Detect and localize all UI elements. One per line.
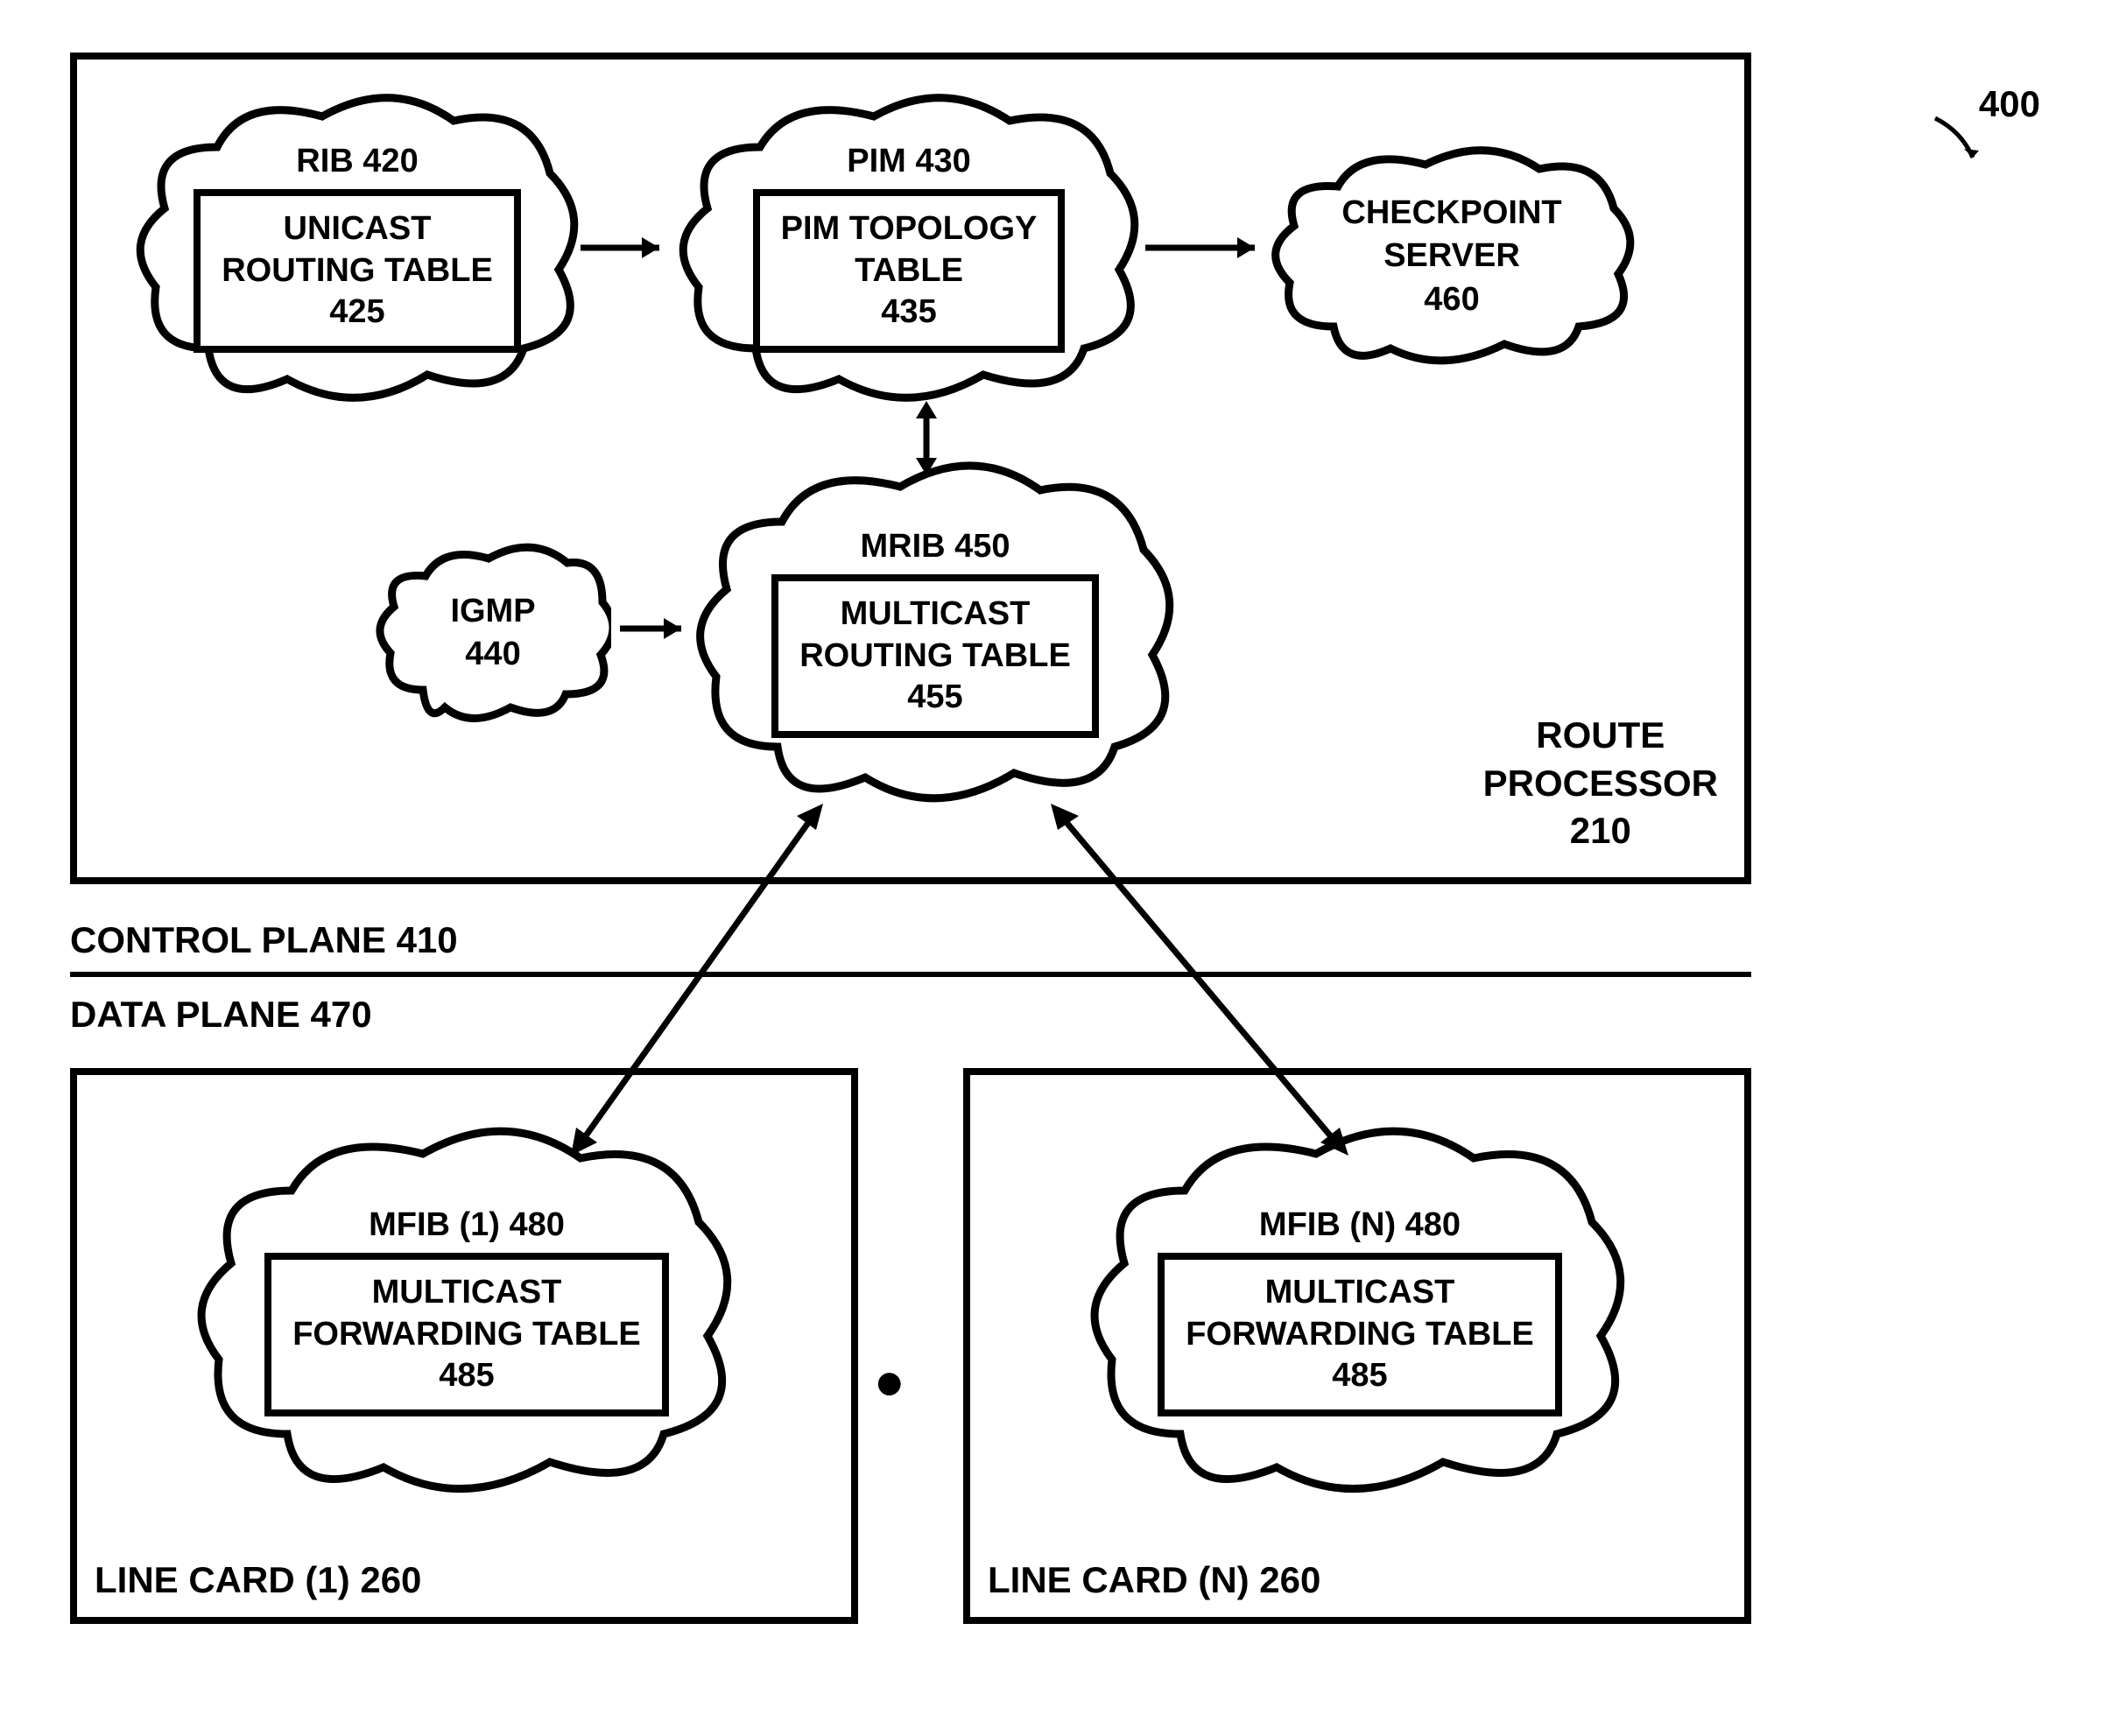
unicast-routing-table: UNICAST ROUTING TABLE 425	[194, 189, 521, 353]
route-processor-box: ROUTE PROCESSOR 210 RIB 420 UNICAST ROUT…	[70, 53, 1751, 884]
arrow-rib-to-pim	[576, 226, 681, 270]
arrow-pim-to-checkpoint	[1141, 226, 1277, 270]
mfib-n-title: MFIB (N) 480	[1259, 1206, 1461, 1244]
multicast-forwarding-table-1: MULTICAST FORWARDING TABLE 485	[264, 1253, 669, 1416]
line-card-1-label: LINE CARD (1) 260	[95, 1559, 421, 1601]
arrow-igmp-to-mrib	[616, 602, 703, 655]
igmp-cloud: IGMP 440	[375, 541, 611, 725]
data-plane-label: DATA PLANE 470	[70, 994, 372, 1036]
reference-arc-icon	[1931, 114, 1983, 162]
rib-title: RIB 420	[296, 143, 418, 180]
reference-number-400: 400	[1979, 83, 2040, 125]
mrib-title: MRIB 450	[860, 528, 1010, 566]
pim-cloud: PIM 430 PIM TOPOLOGY TABLE 435	[672, 86, 1145, 410]
plane-divider	[70, 972, 1751, 977]
route-processor-label: ROUTE PROCESSOR 210	[1483, 712, 1718, 855]
mfib-n-cloud: MFIB (N) 480 MULTICAST FORWARDING TABLE …	[1084, 1119, 1636, 1504]
line-card-n-label: LINE CARD (N) 260	[988, 1559, 1320, 1601]
multicast-forwarding-table-n: MULTICAST FORWARDING TABLE 485	[1158, 1253, 1562, 1416]
pim-title: PIM 430	[847, 143, 971, 180]
arrow-pim-mrib-bidir	[905, 397, 948, 480]
mfib-1-title: MFIB (1) 480	[369, 1206, 565, 1244]
checkpoint-server-cloud: CHECKPOINT SERVER 460	[1268, 143, 1636, 370]
control-plane-label: CONTROL PLANE 410	[70, 919, 458, 961]
diagram-container: 400 ROUTE PROCESSOR 210 RIB 420 UNICAST …	[70, 53, 2049, 1681]
arrow-mrib-to-mfib1-bidir	[552, 797, 841, 1164]
rib-cloud: RIB 420 UNICAST ROUTING TABLE 425	[130, 86, 585, 410]
igmp-label: IGMP 440	[375, 541, 611, 725]
pim-topology-table: PIM TOPOLOGY TABLE 435	[753, 189, 1066, 353]
mrib-cloud: MRIB 450 MULTICAST ROUTING TABLE 455	[690, 453, 1180, 812]
checkpoint-label: CHECKPOINT SERVER 460	[1268, 143, 1636, 370]
mfib-1-cloud: MFIB (1) 480 MULTICAST FORWARDING TABLE …	[191, 1119, 743, 1504]
multicast-routing-table: MULTICAST ROUTING TABLE 455	[771, 574, 1099, 738]
arrow-mrib-to-mfibn-bidir	[1033, 797, 1366, 1164]
